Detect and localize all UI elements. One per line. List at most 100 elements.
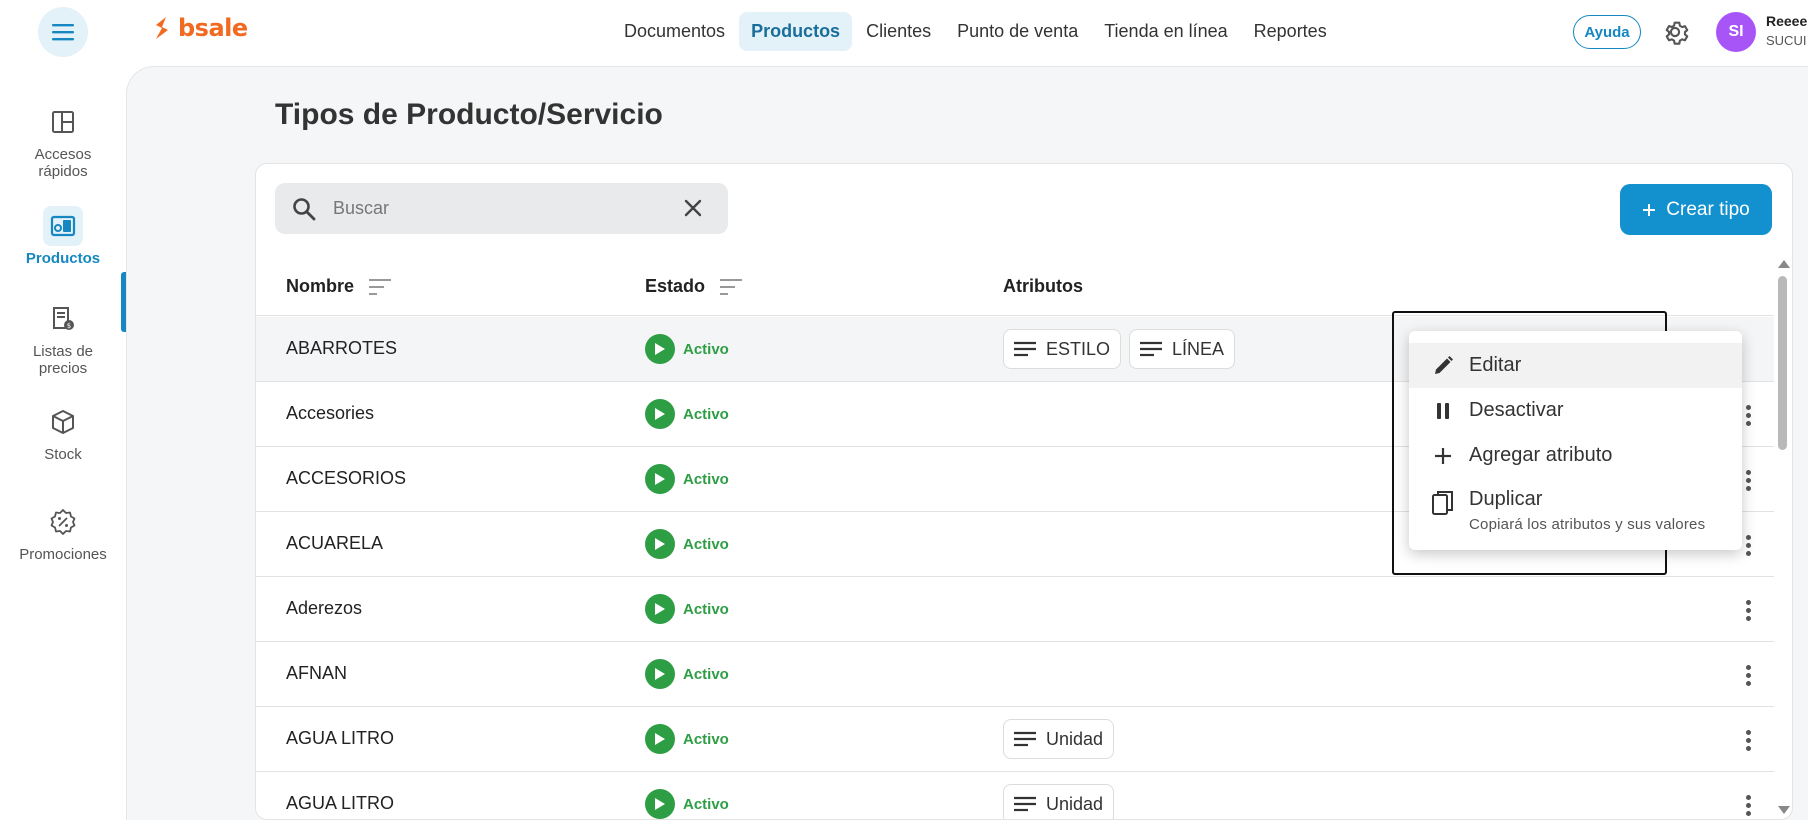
attribute-chip: LÍNEA — [1129, 329, 1236, 369]
sidebar-item-listas-de-precios[interactable]: $ Listas de precios — [0, 299, 126, 377]
text-lines-icon — [1014, 796, 1036, 812]
table-row[interactable]: AGUA LITRO Activo Unidad — [256, 772, 1774, 819]
sidebar-label: Stock — [44, 446, 82, 463]
copy-icon — [1431, 490, 1455, 516]
sidebar-label: Accesos rápidos — [34, 146, 92, 180]
play-icon — [645, 464, 675, 494]
row-context-menu: Editar Desactivar Agregar atributo Dupli… — [1409, 331, 1742, 550]
create-type-label: Crear tipo — [1666, 198, 1750, 220]
status-badge: Activo — [645, 659, 729, 689]
menu-item-agregar-atributo[interactable]: Agregar atributo — [1409, 433, 1742, 478]
play-icon — [645, 334, 675, 364]
status-text: Activo — [683, 730, 729, 748]
menu-item-editar[interactable]: Editar — [1409, 343, 1742, 388]
column-nombre[interactable]: Nombre — [286, 276, 392, 297]
play-icon — [645, 529, 675, 559]
table-row[interactable]: AGUA LITRO Activo Unidad — [256, 707, 1774, 772]
menu-item-duplicar[interactable]: Duplicar Copiará los atributos y sus val… — [1409, 478, 1742, 538]
menu-item-label: Agregar atributo — [1469, 444, 1613, 466]
type-name: Aderezos — [286, 598, 363, 618]
text-lines-icon — [1014, 341, 1036, 357]
nav-documentos[interactable]: Documentos — [612, 12, 737, 51]
page-title: Tipos de Producto/Servicio — [275, 98, 663, 131]
more-vert-icon[interactable] — [1736, 661, 1760, 689]
pause-icon — [1431, 402, 1455, 420]
nav-reportes[interactable]: Reportes — [1242, 12, 1339, 51]
sort-icon[interactable] — [719, 278, 743, 296]
column-label: Atributos — [1003, 276, 1083, 296]
table-header: Nombre Estado Atributos — [256, 256, 1774, 316]
nav-punto-de-venta[interactable]: Punto de venta — [945, 12, 1090, 51]
help-button[interactable]: Ayuda — [1573, 15, 1641, 49]
attribute-label: ESTILO — [1046, 338, 1111, 359]
more-vert-icon[interactable] — [1736, 726, 1760, 754]
bsale-logo-icon — [156, 17, 168, 39]
play-icon — [645, 659, 675, 689]
play-icon — [645, 399, 675, 429]
column-estado[interactable]: Estado — [645, 276, 743, 297]
sidebar-item-promociones[interactable]: Promociones — [0, 502, 126, 563]
type-name: ABARROTES — [286, 338, 398, 358]
hamburger-menu-button[interactable] — [38, 7, 88, 57]
status-text: Activo — [683, 470, 729, 488]
sidebar-item-stock[interactable]: Stock — [0, 402, 126, 463]
hamburger-icon — [52, 24, 74, 41]
text-lines-icon — [1140, 341, 1163, 357]
type-name: ACUARELA — [286, 533, 384, 553]
price-list-icon: $ — [43, 299, 83, 339]
create-type-button[interactable]: Crear tipo — [1620, 184, 1772, 235]
close-icon[interactable] — [683, 198, 703, 218]
more-vert-icon[interactable] — [1736, 596, 1760, 624]
scrollbar-thumb[interactable] — [1778, 276, 1787, 450]
play-icon — [645, 724, 675, 754]
status-text: Activo — [683, 600, 729, 618]
status-text: Activo — [683, 795, 729, 813]
type-name: AGUA LITRO — [286, 728, 395, 748]
nav-clientes[interactable]: Clientes — [854, 12, 943, 51]
play-icon — [645, 789, 675, 819]
main-nav: Documentos Productos Clientes Punto de v… — [612, 12, 1339, 51]
attribute-list: Unidad — [1003, 784, 1115, 819]
status-badge: Activo — [645, 399, 729, 429]
pencil-icon — [1431, 355, 1455, 377]
status-text: Activo — [683, 665, 729, 683]
bsale-logo[interactable]: bsale — [152, 14, 248, 42]
attribute-label: Unidad — [1046, 728, 1104, 749]
table-row[interactable]: AFNAN Activo — [256, 642, 1774, 707]
nav-productos[interactable]: Productos — [739, 12, 853, 51]
menu-item-desactivar[interactable]: Desactivar — [1409, 388, 1742, 433]
promo-badge-icon — [43, 502, 83, 542]
play-icon — [645, 594, 675, 624]
status-text: Activo — [683, 405, 729, 423]
more-vert-icon[interactable] — [1736, 791, 1760, 819]
gear-icon[interactable] — [1661, 18, 1689, 46]
nav-tienda-en-linea[interactable]: Tienda en línea — [1092, 12, 1239, 51]
status-text: Activo — [683, 340, 729, 358]
status-badge: Activo — [645, 724, 729, 754]
type-name: AFNAN — [286, 663, 348, 683]
sidebar-label: Promociones — [19, 546, 107, 563]
user-name: Reeee — [1766, 13, 1808, 29]
attribute-list: ESTILO LÍNEA — [1003, 329, 1236, 369]
user-avatar[interactable]: SI — [1716, 12, 1756, 52]
sidebar-item-productos[interactable]: Productos — [0, 206, 126, 267]
sidebar-label: Productos — [25, 250, 101, 267]
sidebar-item-accesos-rapidos[interactable]: Accesos rápidos — [0, 102, 126, 180]
scroll-down-arrow[interactable] — [1778, 806, 1790, 814]
type-name: AGUA LITRO — [286, 793, 395, 813]
sidebar-label: Listas de precios — [32, 343, 94, 377]
attribute-chip: Unidad — [1003, 719, 1115, 759]
sidebar: Accesos rápidos Productos $ Listas de pr… — [0, 66, 126, 820]
menu-item-label: Desactivar — [1469, 399, 1564, 421]
box-icon — [43, 402, 83, 442]
attribute-list: Unidad — [1003, 719, 1115, 759]
search-input[interactable] — [333, 191, 663, 225]
text-lines-icon — [1014, 731, 1036, 747]
table-row[interactable]: Aderezos Activo — [256, 577, 1774, 642]
status-badge: Activo — [645, 529, 729, 559]
status-badge: Activo — [645, 334, 729, 364]
top-bar: bsale Documentos Productos Clientes Punt… — [0, 0, 1808, 66]
plus-icon — [1431, 447, 1455, 465]
scroll-up-arrow[interactable] — [1778, 260, 1790, 268]
sort-icon[interactable] — [368, 278, 392, 296]
